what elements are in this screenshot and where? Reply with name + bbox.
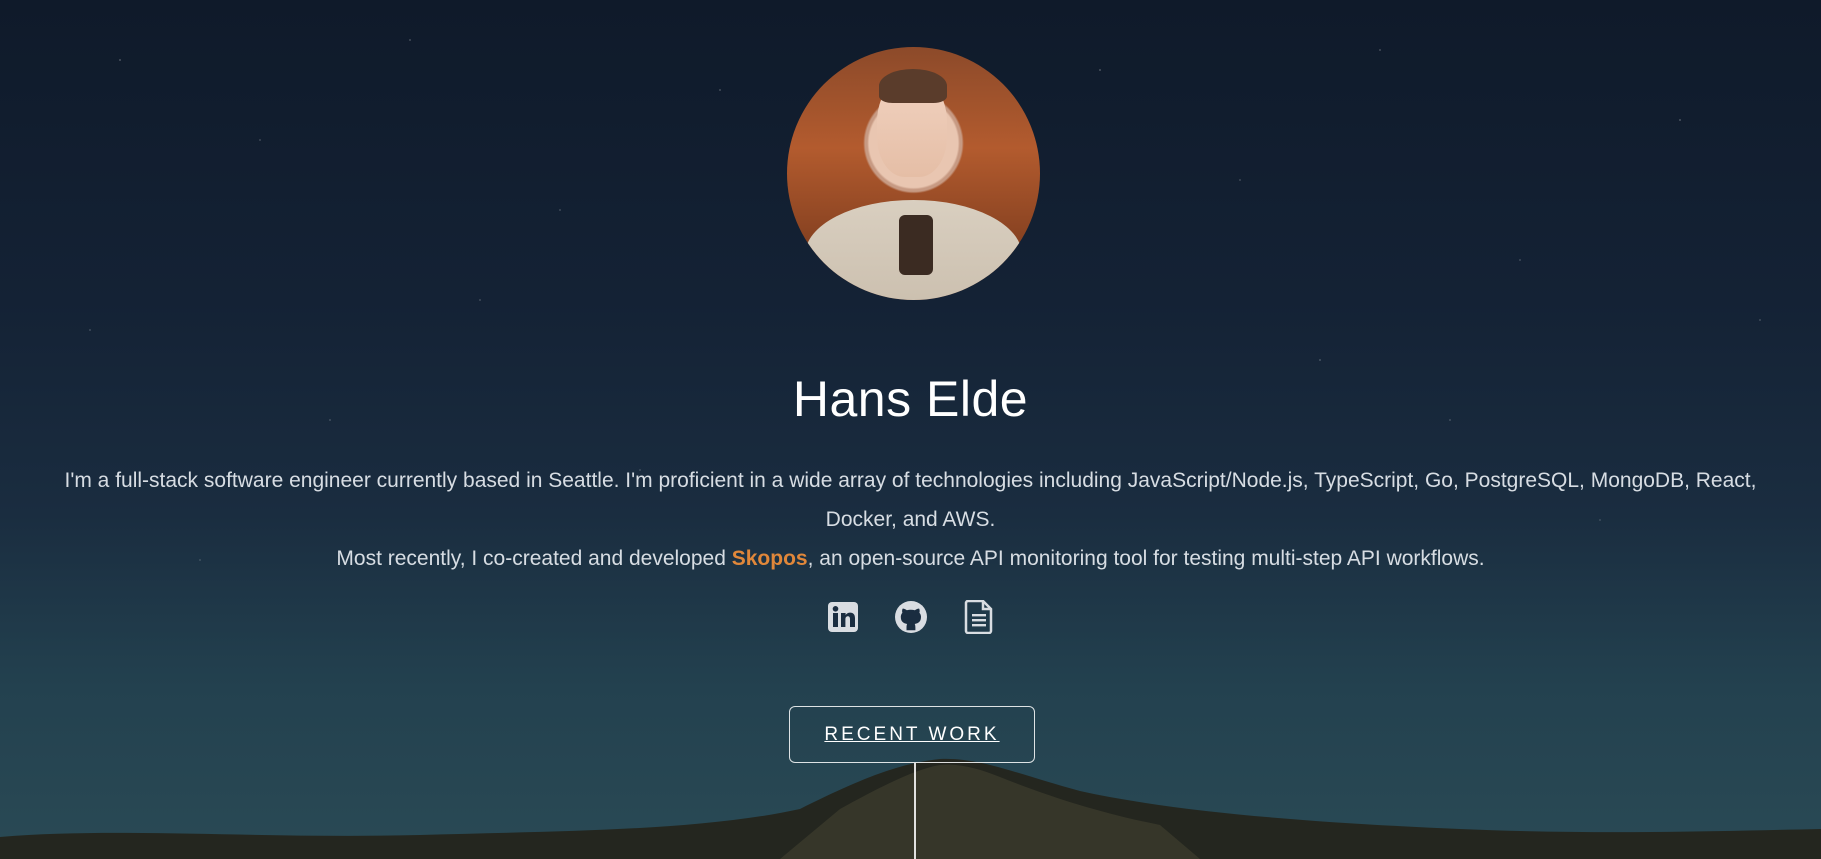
bio-line-3-suffix: , an open-source API monitoring tool for… [807, 547, 1485, 570]
bio-line-3: Most recently, I co-created and develope… [20, 539, 1801, 578]
avatar-collar [899, 215, 933, 275]
profile-name: Hans Elde [792, 371, 1029, 427]
hero: Hans Elde I'm a full-stack software engi… [0, 0, 1821, 859]
bio-line-2: Docker, and AWS. [825, 508, 996, 531]
linkedin-icon[interactable] [826, 600, 860, 634]
bio-line-3-prefix: Most recently, I co-created and develope… [336, 547, 732, 570]
profile-avatar [787, 47, 1040, 300]
social-links [0, 600, 1821, 634]
bio-line-1: I'm a full-stack software engineer curre… [64, 469, 1757, 492]
scroll-connector-line [914, 763, 916, 859]
resume-document-icon[interactable] [962, 600, 996, 634]
recent-work-button[interactable]: RECENT WORK [789, 706, 1035, 763]
avatar-hair [879, 69, 947, 103]
bio-paragraph: I'm a full-stack software engineer curre… [20, 461, 1801, 578]
github-icon[interactable] [894, 600, 928, 634]
skopos-link[interactable]: Skopos [732, 547, 808, 570]
